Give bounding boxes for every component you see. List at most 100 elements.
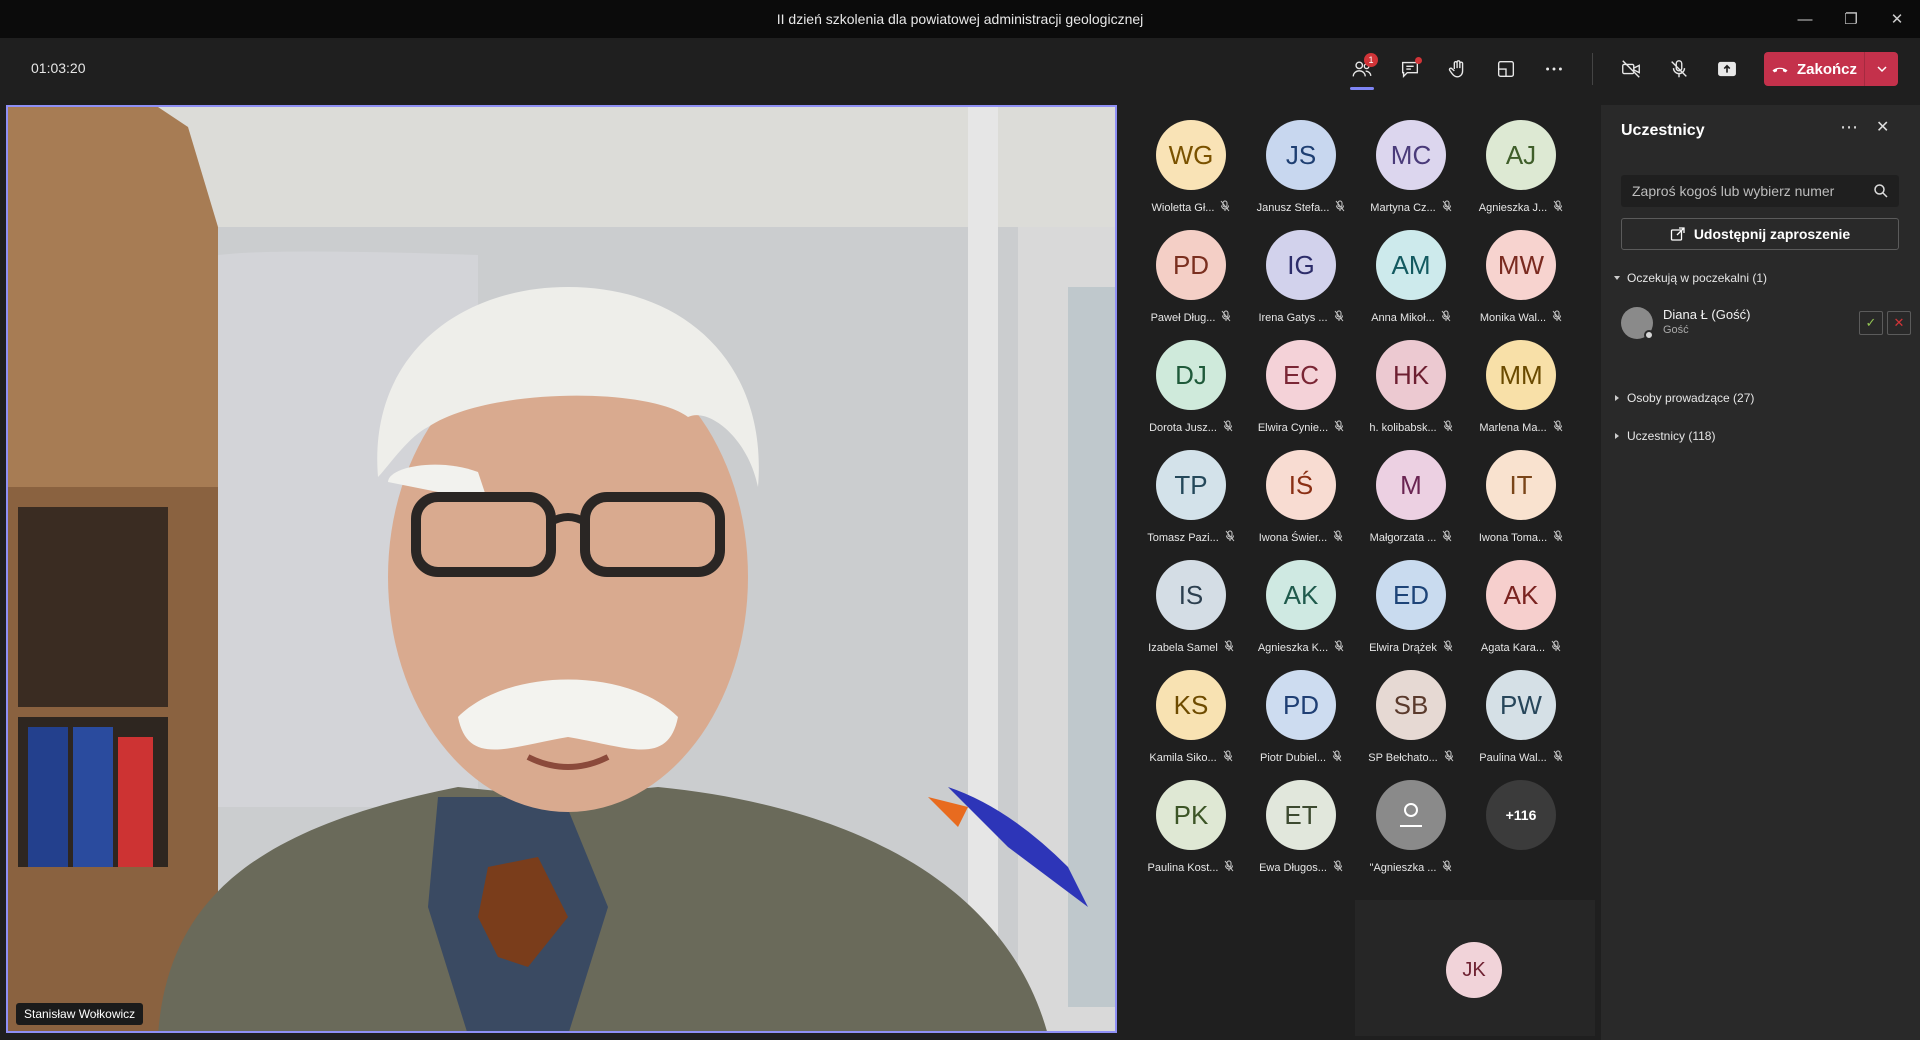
participant-tile[interactable]: AJ Agnieszka J... — [1466, 110, 1576, 220]
participant-name: Elwira Cynie... — [1257, 421, 1329, 434]
lobby-section-header[interactable]: Oczekują w poczekalni (1) — [1613, 271, 1767, 285]
participant-name: Kamila Siko... — [1149, 751, 1217, 764]
end-call-button[interactable]: Zakończ — [1764, 52, 1898, 86]
mic-off-icon — [1332, 750, 1342, 765]
rooms-button[interactable] — [1482, 45, 1530, 93]
chevron-right-icon — [1615, 433, 1619, 439]
camera-button[interactable] — [1607, 45, 1655, 93]
participants-button[interactable]: 1 — [1338, 45, 1386, 93]
participant-tile[interactable]: ED Elwira Drążek — [1356, 550, 1466, 660]
speaker-video — [8, 107, 1115, 1031]
avatar: SB — [1376, 670, 1446, 740]
invite-search-input[interactable]: Zaproś kogoś lub wybierz numer — [1621, 175, 1899, 207]
avatar: +116 — [1486, 780, 1556, 850]
participant-tile[interactable]: PK Paulina Kost... — [1136, 770, 1246, 880]
participant-tile[interactable]: MC Martyna Cz... — [1356, 110, 1466, 220]
avatar: IT — [1486, 450, 1556, 520]
participant-tile[interactable]: AM Anna Mikoł... — [1356, 220, 1466, 330]
participant-tile[interactable]: JS Janusz Stefa... — [1246, 110, 1356, 220]
chat-button[interactable] — [1386, 45, 1434, 93]
mic-off-icon — [1553, 200, 1563, 215]
participant-tile[interactable]: SB SP Bełchato... — [1356, 660, 1466, 770]
participant-name-row: Elwira Cynie... — [1258, 420, 1344, 435]
self-view-tile[interactable]: JK — [1355, 900, 1595, 1036]
restore-icon[interactable]: ❐ — [1828, 0, 1874, 38]
participant-name-row: Martyna Cz... — [1370, 200, 1452, 215]
participant-name: SP Bełchato... — [1368, 751, 1438, 764]
search-icon — [1874, 184, 1888, 198]
mic-off-icon — [1223, 420, 1233, 435]
participant-tile[interactable]: MM Marlena Ma... — [1466, 330, 1576, 440]
avatar: PD — [1266, 670, 1336, 740]
avatar: AM — [1376, 230, 1446, 300]
minimize-icon[interactable]: — — [1782, 0, 1828, 38]
hand-icon — [1448, 60, 1464, 78]
participant-name-row: Agata Kara... — [1481, 640, 1561, 655]
participant-tile[interactable]: MW Monika Wal... — [1466, 220, 1576, 330]
mic-off-icon — [1223, 750, 1233, 765]
reactions-button[interactable] — [1434, 45, 1482, 93]
participant-tile[interactable]: "Agnieszka ... — [1356, 770, 1466, 880]
meeting-timer: 01:03:20 — [31, 60, 86, 76]
main-video-stage[interactable]: Stanisław Wołkowicz — [6, 105, 1117, 1033]
participant-name-row: Agnieszka K... — [1258, 640, 1344, 655]
attendees-section-header[interactable]: Uczestnicy (118) — [1613, 429, 1715, 443]
participant-name: Iwona Toma... — [1478, 531, 1548, 544]
mic-off-icon — [1552, 310, 1562, 325]
participant-tile[interactable]: ET Ewa Długos... — [1246, 770, 1356, 880]
presenters-header-label: Osoby prowadzące (27) — [1627, 391, 1755, 405]
more-actions-button[interactable] — [1530, 45, 1578, 93]
participant-tile[interactable]: PD Paweł Dług... — [1136, 220, 1246, 330]
participant-name: Martyna Cz... — [1370, 201, 1436, 214]
participant-tile[interactable]: TP Tomasz Pazi... — [1136, 440, 1246, 550]
participant-tile[interactable]: PD Piotr Dubiel... — [1246, 660, 1356, 770]
participant-tile[interactable]: M Małgorzata ... — [1356, 440, 1466, 550]
avatar: IS — [1156, 560, 1226, 630]
self-avatar: JK — [1446, 942, 1502, 998]
end-call-options[interactable] — [1864, 52, 1898, 86]
share-screen-button[interactable] — [1703, 45, 1751, 93]
mic-off-icon — [1671, 60, 1687, 78]
participant-tile[interactable]: AK Agnieszka K... — [1246, 550, 1356, 660]
presenters-section-header[interactable]: Osoby prowadzące (27) — [1613, 391, 1754, 405]
participant-tile[interactable]: +116 — [1466, 770, 1576, 880]
toolbar-controls: 1 — [1338, 38, 1751, 100]
avatar: PW — [1486, 670, 1556, 740]
close-panel-icon[interactable]: ✕ — [1876, 117, 1889, 137]
microphone-button[interactable] — [1655, 45, 1703, 93]
mic-off-icon — [1553, 530, 1563, 545]
participant-tile[interactable]: EC Elwira Cynie... — [1246, 330, 1356, 440]
lobby-list-item: Diana Ł (Gość) Gość ✓ ✕ — [1621, 303, 1911, 343]
share-invite-button[interactable]: Udostępnij zaproszenie — [1621, 218, 1899, 250]
participant-tile[interactable]: PW Paulina Wal... — [1466, 660, 1576, 770]
participant-name: Irena Gatys ... — [1258, 311, 1328, 324]
window-title: II dzień szkolenia dla powiatowej admini… — [776, 11, 1144, 27]
mic-off-icon — [1443, 420, 1453, 435]
participant-name: Agnieszka J... — [1478, 201, 1548, 214]
lobby-header-label: Oczekują w poczekalni (1) — [1627, 271, 1768, 285]
mic-off-icon — [1220, 200, 1230, 215]
participant-tile[interactable]: IG Irena Gatys ... — [1246, 220, 1356, 330]
participant-tile[interactable]: WG Wioletta Gł... — [1136, 110, 1246, 220]
participant-name: Agata Kara... — [1480, 641, 1546, 654]
mic-off-icon — [1553, 750, 1563, 765]
participant-tile[interactable]: IŚ Iwona Świer... — [1246, 440, 1356, 550]
mic-off-icon — [1224, 640, 1234, 655]
participant-tile[interactable]: IS Izabela Samel — [1136, 550, 1246, 660]
avatar: DJ — [1156, 340, 1226, 410]
mic-off-icon — [1221, 310, 1231, 325]
participant-tile[interactable]: KS Kamila Siko... — [1136, 660, 1246, 770]
end-call-main[interactable]: Zakończ — [1764, 60, 1864, 78]
deny-button[interactable]: ✕ — [1887, 311, 1911, 335]
close-window-icon[interactable]: ✕ — [1874, 0, 1920, 38]
participant-name: Ewa Długos... — [1259, 861, 1327, 874]
admit-button[interactable]: ✓ — [1859, 311, 1883, 335]
mic-off-icon — [1551, 640, 1561, 655]
panel-more-icon[interactable]: ⋯ — [1840, 117, 1858, 138]
participant-tile[interactable]: IT Iwona Toma... — [1466, 440, 1576, 550]
participant-tile[interactable]: HK h. kolibabsk... — [1356, 330, 1466, 440]
participant-tile[interactable]: AK Agata Kara... — [1466, 550, 1576, 660]
participant-name-row: Elwira Drążek — [1369, 640, 1453, 655]
participant-name-row: Paulina Wal... — [1479, 750, 1563, 765]
participant-tile[interactable]: DJ Dorota Jusz... — [1136, 330, 1246, 440]
